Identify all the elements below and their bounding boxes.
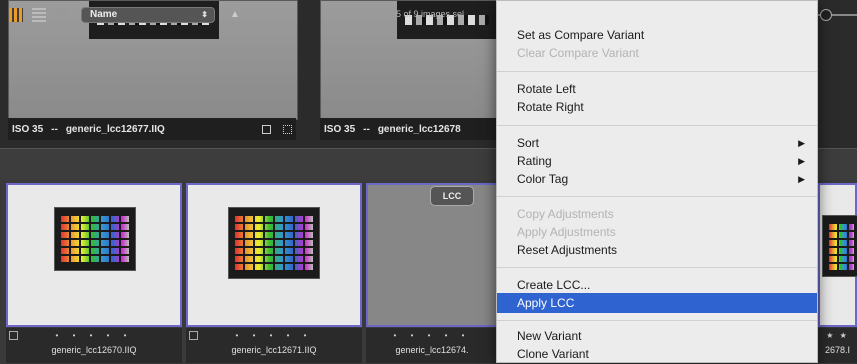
- context-menu: Set as Compare Variant Clear Compare Var…: [496, 0, 818, 363]
- menu-item-label: Rating: [517, 154, 552, 168]
- sort-direction-icon[interactable]: ▲: [230, 9, 240, 20]
- menu-item-apply-adjustments[interactable]: Apply Adjustments: [497, 222, 817, 242]
- menu-separator: [497, 71, 817, 72]
- color-chart-image: [822, 215, 857, 277]
- iso-label: ISO 35: [324, 123, 356, 135]
- color-chart-image: [54, 207, 136, 271]
- viewer-tile-bar-1: ISO 35 -- generic_lcc12677.IIQ: [8, 118, 296, 140]
- menu-item-sort[interactable]: Sort ▶: [497, 133, 817, 153]
- menu-separator: [497, 267, 817, 268]
- sort-select-value: Name: [90, 9, 118, 20]
- color-chart-image: [228, 207, 320, 279]
- menu-separator: [497, 196, 817, 197]
- filmstrip-view-icon[interactable]: [55, 8, 69, 22]
- rating-stars[interactable]: ★ ★: [818, 331, 857, 340]
- selection-count: 5 of 9 images sel: [396, 9, 465, 19]
- submenu-arrow-icon: ▶: [798, 156, 805, 166]
- color-chart-image: [397, 1, 497, 39]
- grid-small-icon[interactable]: [283, 124, 292, 134]
- thumbnail-filename: generic_lcc12670.IIQ: [51, 345, 137, 355]
- grid-view-icon[interactable]: [9, 8, 23, 22]
- menu-item-create-lcc[interactable]: Create LCC...: [497, 275, 817, 295]
- rating-stars[interactable]: • • • • •: [6, 331, 182, 340]
- viewer-filename: generic_lcc12677.IIQ: [65, 123, 165, 135]
- menu-item-rotate-right[interactable]: Rotate Right: [497, 97, 817, 117]
- thumbnail-infobar: • • • • • generic_lcc12674.: [366, 328, 498, 363]
- thumbnail-filename: 2678.I: [824, 345, 851, 355]
- thumbnail-filename: generic_lcc12674.: [395, 345, 469, 355]
- menu-item-apply-lcc[interactable]: Apply LCC: [497, 293, 817, 313]
- iso-label: ISO 35: [12, 123, 44, 135]
- sort-select[interactable]: Name ⬍: [81, 7, 215, 23]
- menu-item-label: Color Tag: [517, 172, 569, 186]
- chevron-updown-icon: ⬍: [201, 10, 208, 19]
- menu-item-reset-adjustments[interactable]: Reset Adjustments: [497, 240, 817, 260]
- menu-item-clear-compare-variant[interactable]: Clear Compare Variant: [497, 43, 817, 63]
- menu-separator: [497, 320, 817, 321]
- menu-item-rotate-left[interactable]: Rotate Left: [497, 79, 817, 99]
- lcc-badge: LCC: [430, 186, 474, 206]
- menu-item-new-variant[interactable]: New Variant: [497, 326, 817, 346]
- thumbnail-cell[interactable]: [818, 183, 857, 327]
- thumbnail-filename: generic_lcc12671.IIQ: [231, 345, 317, 355]
- thumbnail-cell[interactable]: [6, 183, 182, 327]
- slider-knob[interactable]: [820, 9, 832, 21]
- menu-item-rating[interactable]: Rating ▶: [497, 151, 817, 171]
- list-view-icon[interactable]: [32, 8, 46, 22]
- menu-item-clone-variant[interactable]: Clone Variant: [497, 344, 817, 364]
- dash-label: --: [363, 123, 370, 135]
- menu-item-copy-adjustments[interactable]: Copy Adjustments: [497, 204, 817, 224]
- thumbnail-infobar: • • • • • generic_lcc12671.IIQ: [186, 328, 362, 363]
- thumbnail-infobar: • • • • • generic_lcc12670.IIQ: [6, 328, 182, 363]
- submenu-arrow-icon: ▶: [798, 174, 805, 184]
- menu-item-color-tag[interactable]: Color Tag ▶: [497, 169, 817, 189]
- rating-stars[interactable]: • • • • •: [186, 331, 362, 340]
- thumbnail-infobar: ★ ★ 2678.I: [818, 328, 857, 363]
- viewer-tile-bar-2: ISO 35 -- generic_lcc12678: [320, 118, 496, 140]
- menu-item-label: Sort: [517, 136, 540, 150]
- viewer-filename: generic_lcc12678: [377, 123, 461, 135]
- submenu-arrow-icon: ▶: [798, 138, 805, 148]
- menu-item-set-compare-variant[interactable]: Set as Compare Variant: [497, 25, 817, 45]
- thumbnail-cell[interactable]: [186, 183, 362, 327]
- dash-label: --: [51, 123, 58, 135]
- menu-separator: [497, 125, 817, 126]
- rating-stars[interactable]: • • • • •: [366, 331, 498, 340]
- checkbox-icon[interactable]: [262, 124, 271, 134]
